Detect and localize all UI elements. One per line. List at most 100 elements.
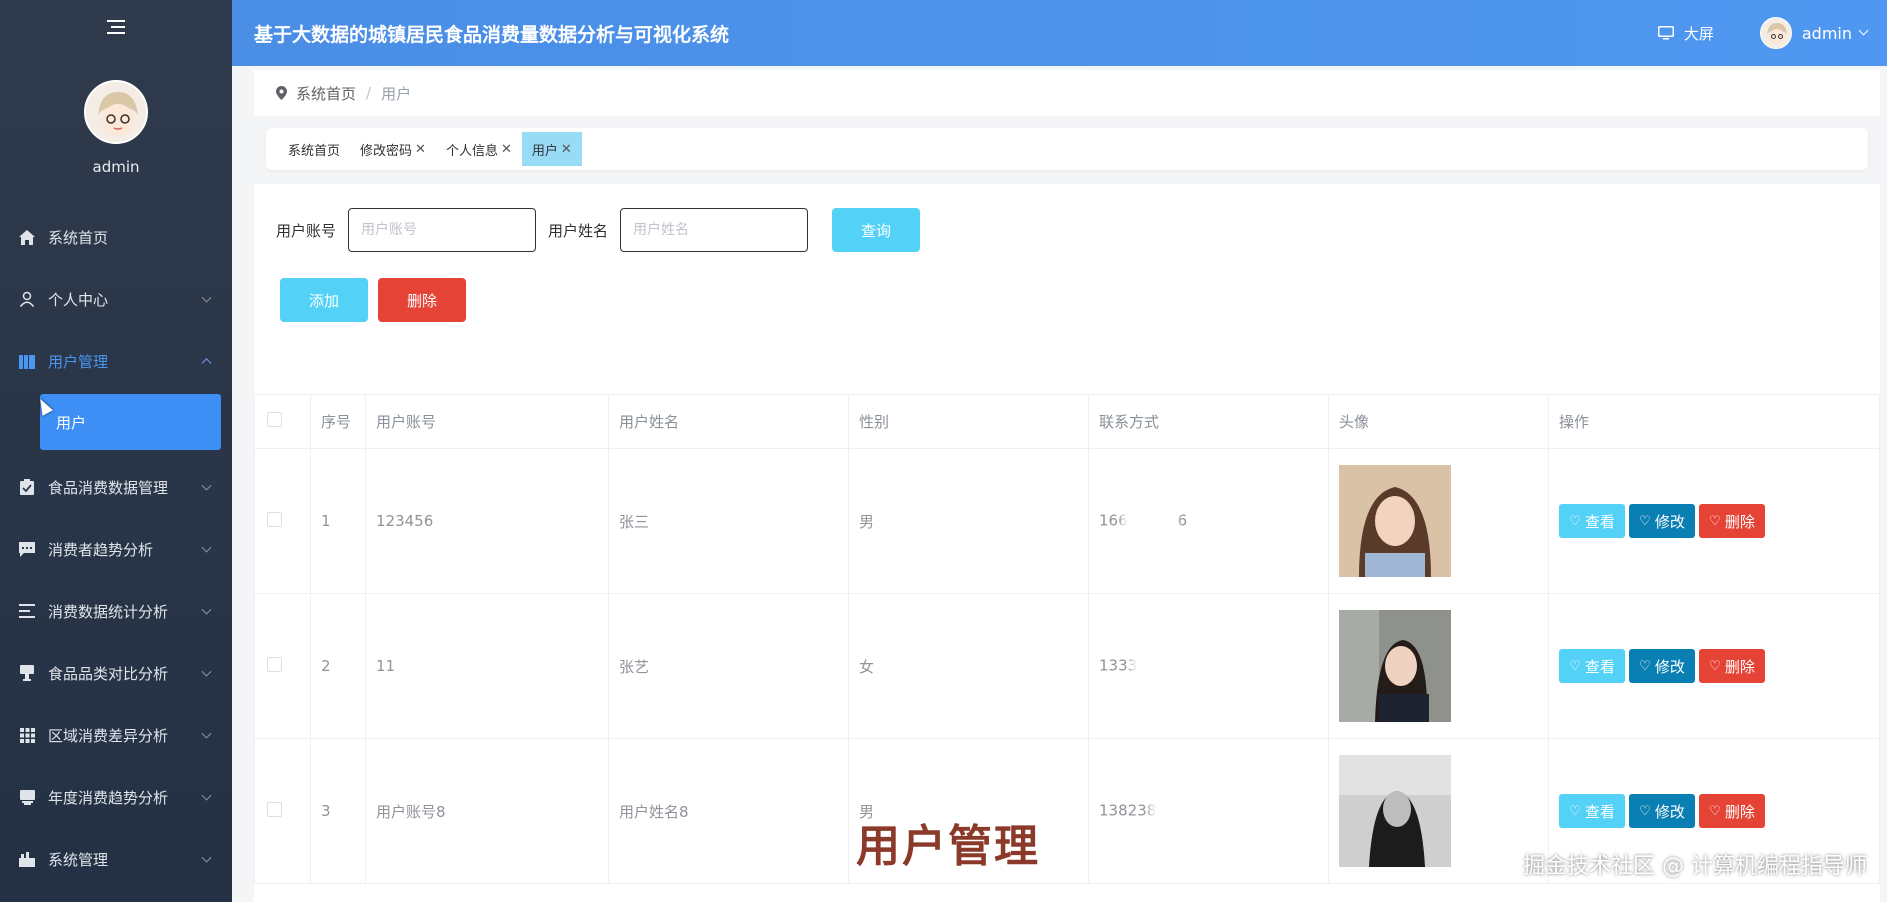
phone-redaction: [1150, 791, 1207, 831]
row-checkbox-cell: [254, 593, 311, 739]
tab-bar: 系统首页 修改密码 ✕ 个人信息 ✕ 用户 ✕: [266, 128, 1868, 170]
col-name: 用户姓名: [608, 394, 849, 449]
col-actions: 操作: [1548, 394, 1880, 449]
cell-account: 11: [365, 593, 609, 739]
list-icon: [16, 602, 38, 620]
sidebar-item-annual-trend[interactable]: 年度消费趋势分析: [0, 766, 232, 828]
name-label: 用户姓名: [548, 221, 609, 240]
view-button[interactable]: ♡ 查看: [1559, 649, 1625, 683]
delete-button[interactable]: ♡ 删除: [1699, 649, 1765, 683]
sidebar-item-consumer-trend[interactable]: 消费者趋势分析: [0, 518, 232, 580]
heart-icon: ♡: [1569, 658, 1581, 674]
view-label: 查看: [1584, 657, 1615, 676]
heart-icon: ♡: [1709, 803, 1721, 819]
row-checkbox[interactable]: [267, 656, 282, 672]
sidebar-profile: admin: [0, 80, 232, 176]
sidebar-subitem-label: 用户: [56, 413, 87, 432]
delete-label: 删除: [1724, 512, 1755, 531]
avatar[interactable]: [84, 80, 148, 144]
person-icon: [16, 290, 38, 308]
sidebar-menu: 系统首页 个人中心 用户管理 用户 食品消费数据管理 消费者趋势分析 消费数据统…: [0, 206, 232, 890]
breadcrumb-home[interactable]: 系统首页: [296, 83, 356, 104]
sidebar-item-label: 消费数据统计分析: [48, 602, 169, 621]
chevron-down-icon: [201, 852, 212, 863]
row-checkbox[interactable]: [267, 801, 282, 817]
sidebar-item-label: 区域消费差异分析: [48, 726, 169, 745]
view-label: 查看: [1584, 802, 1615, 821]
phone-redaction: [1121, 501, 1178, 541]
cell-phone: 166 6: [1088, 448, 1329, 594]
delete-button[interactable]: ♡ 删除: [1699, 794, 1765, 828]
sidebar-item-personal-center[interactable]: 个人中心: [0, 268, 232, 330]
heart-icon: ♡: [1709, 658, 1721, 674]
sidebar-item-label: 系统管理: [48, 850, 109, 869]
sidebar-user-name: admin: [92, 158, 140, 176]
add-button[interactable]: 添加: [280, 278, 368, 322]
tab-label: 用户: [531, 143, 558, 159]
tab-user[interactable]: 用户 ✕: [521, 132, 582, 166]
sidebar-item-label: 消费者趋势分析: [48, 540, 154, 559]
sidebar-item-category-compare[interactable]: 食品品类对比分析: [0, 642, 232, 704]
cell-phone: 1333: [1088, 593, 1329, 739]
search-form: 用户账号 用户姓名 查询: [276, 208, 921, 252]
sidebar-item-home[interactable]: 系统首页: [0, 206, 232, 268]
menu-toggle-icon[interactable]: [0, 0, 232, 54]
sidebar-item-label: 系统首页: [48, 228, 109, 247]
view-button[interactable]: ♡ 查看: [1559, 794, 1625, 828]
chat-icon: [16, 540, 38, 558]
chevron-down-icon: [201, 292, 212, 303]
view-button[interactable]: ♡ 查看: [1559, 504, 1625, 538]
sidebar-item-label: 食品消费数据管理: [48, 478, 169, 497]
heart-icon: ♡: [1639, 803, 1651, 819]
chevron-down-icon: [1858, 25, 1869, 35]
edit-button[interactable]: ♡ 修改: [1629, 649, 1695, 683]
edit-button[interactable]: ♡ 修改: [1629, 794, 1695, 828]
row-checkbox[interactable]: [267, 511, 282, 527]
user-dropdown[interactable]: admin: [1759, 17, 1869, 49]
sidebar-item-system[interactable]: 系统管理: [0, 828, 232, 890]
chart-icon: [16, 788, 38, 806]
sidebar-item-label: 用户管理: [48, 352, 109, 371]
tab-label: 个人信息: [445, 143, 498, 159]
col-account: 用户账号: [365, 394, 609, 449]
cell-name: 用户姓名8: [608, 738, 849, 884]
breadcrumb: 系统首页 / 用户: [254, 70, 1880, 116]
sidebar-item-region-diff[interactable]: 区域消费差异分析: [0, 704, 232, 766]
table-row: 1 123456 张三 男 166 6 ♡ 查看 ♡ 修改 ♡ 删除: [254, 448, 1880, 594]
edit-button[interactable]: ♡ 修改: [1629, 504, 1695, 538]
phone-redaction: [1131, 646, 1188, 686]
tab-label: 系统首页: [288, 143, 341, 159]
big-screen-button[interactable]: 大屏: [1657, 23, 1714, 44]
sidebar: admin 系统首页 个人中心 用户管理 用户 食品消费数据管理 消费者趋势分析: [0, 0, 232, 902]
avatar: [1759, 17, 1792, 49]
select-all-checkbox[interactable]: [267, 412, 282, 427]
sidebar-subitem-user[interactable]: 用户: [40, 394, 221, 450]
close-icon[interactable]: ✕: [415, 142, 426, 157]
tab-home[interactable]: 系统首页: [278, 132, 350, 166]
main-panel: 用户账号 用户姓名 查询 添加 删除 序号 用户账号 用户姓名 性别 联系方式 …: [254, 184, 1880, 902]
gear-icon: [16, 850, 38, 868]
col-gender: 性别: [848, 394, 1089, 449]
name-search-input[interactable]: [620, 208, 809, 252]
book-icon: [16, 352, 38, 370]
sidebar-item-label: 年度消费趋势分析: [48, 788, 169, 807]
close-icon[interactable]: ✕: [561, 142, 572, 157]
account-label: 用户账号: [276, 221, 337, 240]
account-search-input[interactable]: [348, 208, 537, 252]
batch-delete-button[interactable]: 删除: [378, 278, 466, 322]
sidebar-item-food-data[interactable]: 食品消费数据管理: [0, 456, 232, 518]
close-icon[interactable]: ✕: [501, 142, 512, 157]
table-row: 2 11 张艺 女 1333 ♡ 查看 ♡ 修改 ♡ 删除: [254, 593, 1880, 739]
cell-avatar: [1328, 738, 1549, 884]
sidebar-item-user-management[interactable]: 用户管理: [0, 330, 232, 392]
edit-label: 修改: [1654, 657, 1685, 676]
tab-change-password[interactable]: 修改密码 ✕: [350, 132, 436, 166]
view-label: 查看: [1584, 512, 1615, 531]
cell-avatar: [1328, 448, 1549, 594]
delete-button[interactable]: ♡ 删除: [1699, 504, 1765, 538]
page-title: 基于大数据的城镇居民食品消费量数据分析与可视化系统: [254, 23, 730, 46]
query-button[interactable]: 查询: [832, 208, 921, 252]
row-checkbox-cell: [254, 448, 311, 594]
sidebar-item-statistics[interactable]: 消费数据统计分析: [0, 580, 232, 642]
tab-personal-info[interactable]: 个人信息 ✕: [436, 132, 522, 166]
